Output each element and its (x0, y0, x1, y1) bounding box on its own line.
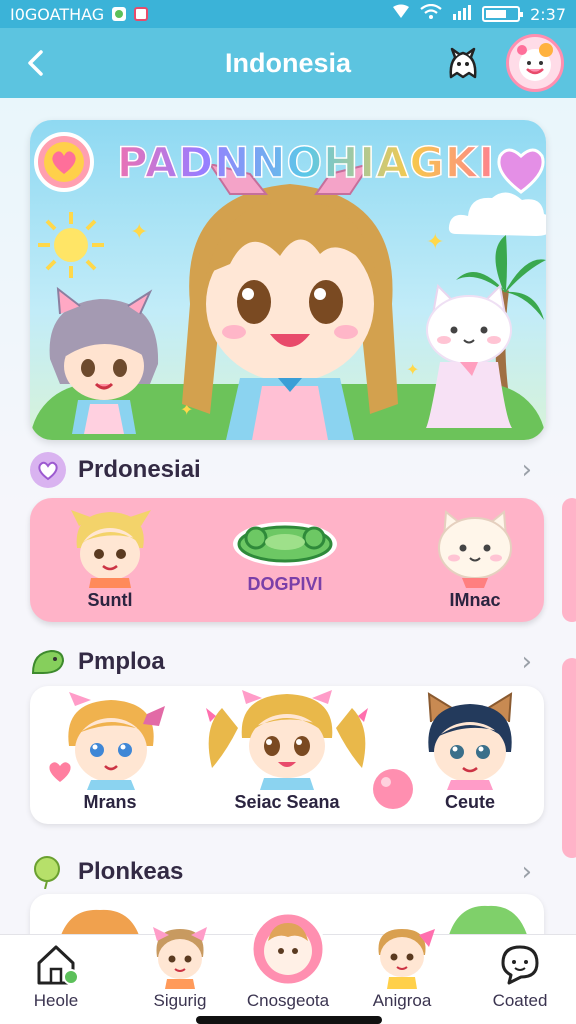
character-card-3[interactable]: IMnac (420, 508, 530, 611)
character-icon (153, 927, 207, 989)
page-title: Indonesia (224, 47, 352, 78)
character-card-2[interactable]: DOGPIVI (220, 512, 350, 595)
ghost-icon (449, 47, 477, 79)
twin-tail-girl-avatar (206, 690, 368, 790)
character-card-6[interactable]: Ceute (410, 692, 530, 813)
section-title: Pmploa (78, 648, 165, 675)
nav-fourth[interactable]: Anigroa (352, 929, 452, 1024)
home-icon (37, 945, 79, 985)
featured-banner[interactable]: ✦ ✦ ✦ ✦ PADNNOHIAGKI (30, 120, 546, 440)
chat-icon (501, 945, 539, 985)
home-indicator (196, 1016, 382, 1024)
section-header-3[interactable]: Plonkeas › (30, 852, 546, 892)
balloon-section-icon (30, 854, 66, 890)
character-card-1[interactable]: Suntl (60, 508, 160, 611)
nav-label: Coated (492, 991, 548, 1010)
character-label: Seiac Seana (234, 792, 340, 812)
app-header: Indonesia (0, 28, 576, 98)
section-1-carousel: Suntl DOGPIVI IMnac (30, 498, 544, 622)
notification-icon (112, 7, 127, 21)
nav-label: Sigurig (153, 991, 207, 1010)
next-card-peek (562, 658, 576, 858)
leaf-section-icon (30, 644, 66, 680)
back-button[interactable] (18, 44, 54, 82)
sparkle-icon: ✦ (426, 230, 445, 255)
green-character-peek (448, 905, 528, 938)
status-left-text: I0GOATHAG (10, 4, 105, 24)
character-icon (378, 929, 435, 989)
dark-hair-character-avatar (427, 692, 513, 790)
chevron-right-icon[interactable]: › (522, 857, 546, 887)
nav-label: Heole (33, 991, 79, 1010)
character-label: Suntl (87, 590, 133, 610)
profile-avatar[interactable] (506, 34, 564, 92)
chevron-right-icon[interactable]: › (522, 455, 546, 485)
banner-title: PADNNOHIAGKI (96, 137, 516, 188)
heart-section-icon (30, 452, 66, 488)
white-cat-character (426, 283, 512, 428)
character-label: Ceute (444, 792, 495, 812)
nav-home[interactable]: Heole (6, 935, 106, 1024)
nav-chat[interactable]: Coated (470, 935, 570, 1024)
mascot-button[interactable] (440, 40, 486, 86)
section-title: Plonkeas (78, 858, 184, 885)
nav-label: Cnosgeota (246, 991, 330, 1010)
character-card-5[interactable]: Seiac Seana (202, 688, 372, 813)
next-card-peek (562, 498, 576, 622)
sparkle-icon: ✦ (130, 220, 149, 245)
nav-second[interactable]: Sigurig (130, 927, 230, 1024)
chevron-left-icon (28, 50, 43, 76)
section-2-carousel: Mrans Seiac Seana Ceute (30, 686, 544, 824)
nav-center[interactable]: Cnosgeota (238, 911, 338, 1024)
bottom-navigation: Heole Sigurig Cnosgeota Anigroa Coated (0, 911, 576, 1024)
white-cat-avatar (438, 510, 512, 588)
section-header-2[interactable]: Pmploa › (30, 642, 546, 682)
signal-icon (392, 4, 410, 24)
character-label: Mrans (83, 792, 137, 812)
character-label: DOGPIVI (247, 574, 323, 594)
status-time: 2:37 (530, 4, 566, 24)
center-character-icon (250, 911, 326, 987)
status-bar: I0GOATHAG 2:37 (0, 0, 576, 28)
nav-label: Anigroa (372, 991, 432, 1010)
blonde-boy-avatar (71, 510, 151, 588)
battery-icon (482, 6, 524, 22)
frog-avatar (233, 522, 337, 566)
chevron-right-icon[interactable]: › (522, 647, 546, 677)
app-notification-icon (134, 7, 149, 21)
gray-hair-character (49, 286, 159, 434)
section-header-1[interactable]: Prdonesiai › (30, 450, 546, 490)
cell-bars-icon (452, 4, 472, 24)
sun-icon (38, 212, 104, 278)
heart-icon (49, 762, 71, 782)
character-label: IMnac (449, 590, 501, 610)
character-card-4[interactable]: Mrans (50, 692, 170, 813)
content-area: ✦ ✦ ✦ ✦ PADNNOHIAGKI Prdonesiai › Suntl … (0, 98, 576, 954)
heart-badge-icon (34, 132, 94, 192)
main-girl-character (182, 164, 398, 440)
avatar-icon (517, 43, 553, 81)
section-title: Prdonesiai (78, 456, 201, 483)
wifi-icon (420, 3, 442, 24)
